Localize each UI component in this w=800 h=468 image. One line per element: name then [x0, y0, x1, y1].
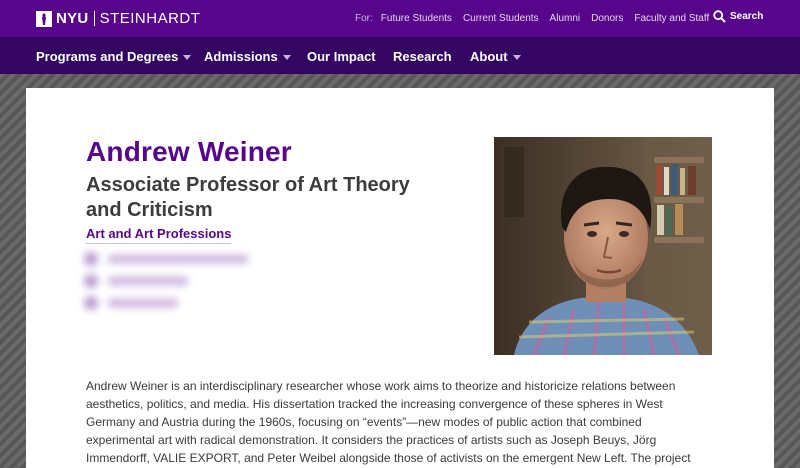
nav-label: About: [470, 49, 508, 64]
nav-label: Admissions: [204, 49, 278, 64]
contact-row: [84, 274, 254, 288]
nav-programs-and-degrees[interactable]: Programs and Degrees: [36, 49, 192, 64]
nav-label: Programs and Degrees: [36, 49, 179, 64]
nav-label: Research: [393, 49, 452, 64]
logo-divider: [93, 11, 95, 26]
main-nav: Programs and Degrees Admissions Our Impa…: [0, 37, 800, 74]
profile-title: Associate Professor of Art Theory and Cr…: [86, 174, 410, 221]
audience-links: For: Future Students Current Students Al…: [355, 13, 720, 24]
department-link[interactable]: Art and Art Professions: [86, 226, 232, 244]
audience-link-faculty-staff[interactable]: Faculty and Staff: [634, 13, 709, 24]
profile-bio: Andrew Weiner is an interdisciplinary re…: [86, 379, 691, 465]
nav-admissions[interactable]: Admissions: [204, 49, 291, 64]
email-icon: [84, 252, 98, 266]
location-icon: [84, 296, 98, 310]
nyu-steinhardt-logo[interactable]: NYU STEINHARDT: [36, 10, 200, 27]
profile-photo: [494, 137, 712, 355]
logo-nyu-text: NYU: [56, 10, 89, 27]
nav-our-impact[interactable]: Our Impact: [307, 49, 376, 64]
profile-name: Andrew Weiner: [86, 136, 292, 167]
chevron-down-icon: [512, 54, 521, 60]
blurred-contact-info: [84, 252, 254, 322]
chevron-down-icon: [183, 54, 192, 60]
audience-link-current-students[interactable]: Current Students: [463, 13, 539, 24]
search-button[interactable]: Search: [713, 10, 763, 23]
nav-label: Our Impact: [307, 49, 376, 64]
torch-icon: [36, 10, 52, 27]
chevron-down-icon: [282, 54, 291, 60]
audience-link-donors[interactable]: Donors: [591, 13, 623, 24]
audience-prefix: For:: [355, 13, 373, 24]
top-bar: NYU STEINHARDT For: Future Students Curr…: [0, 0, 800, 37]
audience-link-future-students[interactable]: Future Students: [381, 13, 452, 24]
contact-row: [84, 252, 254, 266]
nav-research[interactable]: Research: [393, 49, 452, 64]
phone-icon: [84, 274, 98, 288]
logo-school-text: STEINHARDT: [99, 10, 201, 27]
nav-about[interactable]: About: [470, 49, 521, 64]
contact-row: [84, 296, 254, 310]
search-label: Search: [730, 11, 764, 22]
search-icon: [713, 10, 726, 23]
audience-link-alumni[interactable]: Alumni: [550, 13, 581, 24]
